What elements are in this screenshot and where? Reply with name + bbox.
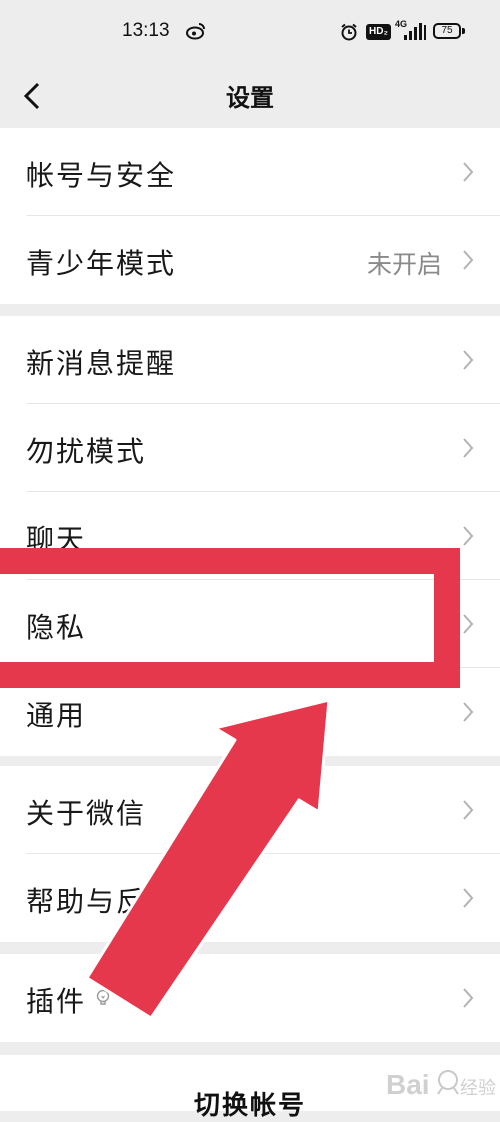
annotation-arrow <box>85 698 331 1020</box>
svg-text:Bai: Bai <box>386 1069 430 1100</box>
svg-text:经验: 经验 <box>460 1078 496 1099</box>
baidu-watermark-logo: Bai 经验 <box>386 1069 496 1100</box>
